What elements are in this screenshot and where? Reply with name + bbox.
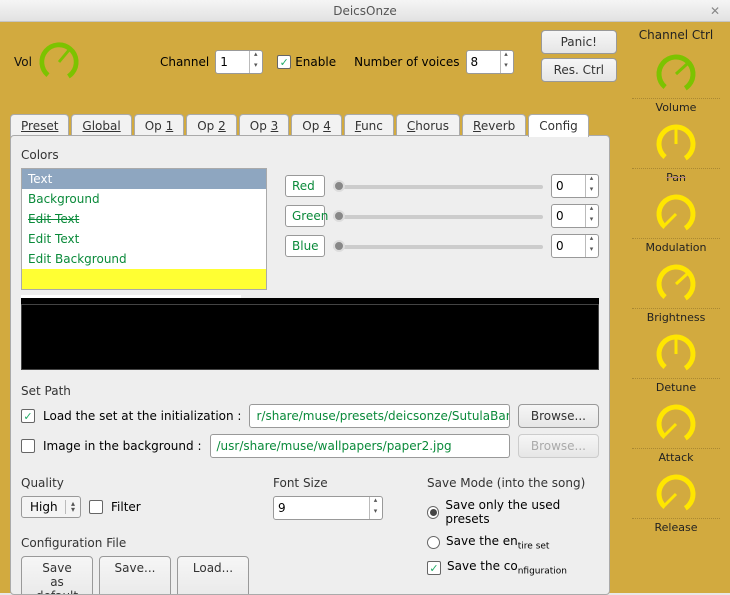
config-panel: Colors Text Background Edit Text Edit Te… [10,135,610,595]
attack-label: Attack [632,448,720,464]
volume-knob[interactable] [654,52,698,96]
red-value[interactable]: ▴▾ [551,174,599,198]
savemode-title: Save Mode (into the song) [427,476,599,490]
savemode-opt1: Save only the used presets [445,498,599,526]
channel-input[interactable] [220,55,248,69]
brightness-label: Brightness [632,308,720,324]
voices-spinbox[interactable]: ▴▾ [466,50,514,74]
savemode-radio-entire[interactable] [427,536,440,549]
red-label: Red [285,175,325,197]
voices-label: Number of voices [354,55,459,69]
quality-select[interactable]: High▴▾ [21,496,81,518]
preview-box [21,304,599,370]
color-item-edit[interactable]: Edit Text [22,209,266,229]
fontsize-spinbox[interactable]: ▴▾ [273,496,383,520]
volume-label: Volume [632,98,720,114]
tab-op4[interactable]: Op 4 [291,114,342,137]
green-value[interactable]: ▴▾ [551,204,599,228]
tab-global[interactable]: Global [71,114,131,137]
blue-label: Blue [285,235,325,257]
color-item-edit-text[interactable]: Edit Text [22,229,266,249]
chevron-down-icon[interactable]: ▾ [500,62,512,73]
pan-knob[interactable] [654,122,698,166]
loadset-browse-button[interactable]: Browse... [518,404,599,428]
filter-label: Filter [111,500,141,514]
bgimage-path[interactable]: /usr/share/muse/wallpapers/paper2.jpg [210,434,510,458]
tab-func[interactable]: Func [344,114,394,137]
detune-label: Detune [632,378,720,394]
fontsize-title: Font Size [273,476,403,490]
top-panel: Vol Channel ▴▾ Enable Number of voices ▴… [0,22,730,92]
cfgfile-title: Configuration File [21,536,249,550]
bgimage-checkbox[interactable] [21,439,35,453]
tab-bar: Preset Global Op 1 Op 2 Op 3 Op 4 Func C… [10,114,589,137]
color-item-background[interactable]: Background [22,189,266,209]
modulation-knob[interactable] [654,192,698,236]
tab-config[interactable]: Config [528,114,589,137]
red-slider[interactable] [333,177,543,195]
green-slider[interactable] [333,207,543,225]
savemode-opt2: Save the entire set [446,534,549,551]
filter-checkbox[interactable] [89,500,103,514]
blue-slider[interactable] [333,237,543,255]
chevron-down-icon[interactable]: ▾ [249,62,261,73]
release-label: Release [632,518,720,534]
channel-ctrl-panel: Channel Ctrl Volume Pan Modulation Brigh… [622,22,730,593]
channel-ctrl-header: Channel Ctrl [626,28,726,42]
color-item-text[interactable]: Text [22,169,266,189]
blue-value[interactable]: ▴▾ [551,234,599,258]
save-default-button[interactable]: Save as default [21,556,93,595]
modulation-label: Modulation [632,238,720,254]
enable-checkbox[interactable] [277,55,291,69]
preview-bar [21,298,599,304]
loadset-checkbox[interactable] [21,409,35,423]
savemode-radio-used[interactable] [427,506,439,519]
res-ctrl-button[interactable]: Res. Ctrl [541,58,617,82]
tab-preset[interactable]: Preset [10,114,69,137]
voices-input[interactable] [471,55,499,69]
close-icon[interactable]: ✕ [710,4,724,18]
color-item-swatch[interactable] [22,269,266,289]
channel-spinbox[interactable]: ▴▾ [215,50,263,74]
quality-title: Quality [21,476,249,490]
window-title: DeicsOnze [333,4,397,18]
tab-chorus[interactable]: Chorus [396,114,460,137]
colors-title: Colors [21,148,599,162]
loadset-path[interactable]: r/share/muse/presets/deicsonze/SutulaBan… [249,404,509,428]
detune-knob[interactable] [654,332,698,376]
green-label: Green [285,205,325,227]
bgimage-label: Image in the background : [43,439,202,453]
window-titlebar: DeicsOnze ✕ [0,0,730,22]
savemode-opt3: Save the configuration [447,559,567,576]
setpath-title: Set Path [21,384,599,398]
panic-button[interactable]: Panic! [541,30,617,54]
attack-knob[interactable] [654,402,698,446]
brightness-knob[interactable] [654,262,698,306]
loadset-label: Load the set at the initialization : [43,409,241,423]
pan-label: Pan [632,168,720,184]
tab-op3[interactable]: Op 3 [239,114,290,137]
save-button[interactable]: Save... [99,556,171,595]
vol-knob[interactable] [38,41,80,83]
color-list[interactable]: Text Background Edit Text Edit Text Edit… [21,168,267,290]
release-knob[interactable] [654,472,698,516]
channel-label: Channel [160,55,209,69]
bgimage-browse-button: Browse... [518,434,599,458]
color-item-edit-background[interactable]: Edit Background [22,249,266,269]
tab-op1[interactable]: Op 1 [134,114,185,137]
enable-label: Enable [295,55,336,69]
tab-reverb[interactable]: Reverb [462,114,526,137]
vol-label: Vol [14,55,32,69]
save-config-checkbox[interactable] [427,561,441,575]
load-button[interactable]: Load... [177,556,249,595]
tab-op2[interactable]: Op 2 [186,114,237,137]
